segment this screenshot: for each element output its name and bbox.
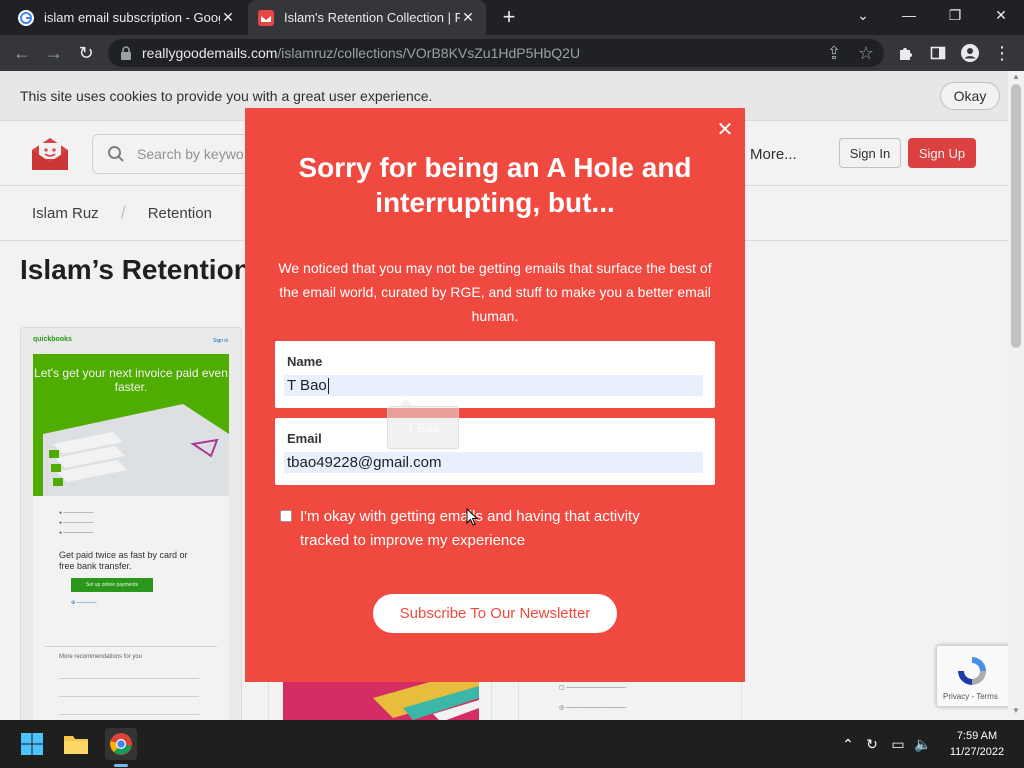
mouse-cursor-icon [466,508,478,526]
chrome-taskbar-icon[interactable] [105,728,137,760]
windows-taskbar: ⌃ ↻ ▭ 🔈 7:59 AM 11/27/2022 [0,720,1024,768]
scroll-up-arrow-icon[interactable]: ▲ [1010,72,1022,84]
tab-retention-collection[interactable]: Islam's Retention Collection | Really Go… [248,0,486,35]
restore-icon[interactable]: ❐ [932,0,978,30]
new-tab-plus-icon[interactable]: + [498,6,520,28]
email-label: Email [287,431,322,446]
tab-search-chevron-icon[interactable]: ⌄ [840,0,886,30]
recaptcha-links[interactable]: Privacy - Terms [943,692,998,701]
close-icon[interactable]: ✕ [715,120,735,140]
name-label: Name [287,354,323,369]
google-icon [18,9,34,26]
clock-time: 7:59 AM [956,730,998,742]
tab-google-search[interactable]: islam email subscription - Google Search… [8,0,246,35]
modal-title: Sorry for being an A Hole and interrupti… [298,152,692,218]
active-app-indicator [114,764,128,767]
tab-close-icon[interactable]: ✕ [460,9,476,26]
consent-label[interactable]: I'm okay with getting emails and having … [300,505,690,553]
windows-start-icon[interactable] [16,728,48,760]
scroll-down-arrow-icon[interactable]: ▼ [1010,706,1022,718]
email-field: Email [275,418,715,485]
close-window-icon[interactable]: ✕ [978,0,1024,30]
extensions-puzzle-icon[interactable] [894,41,918,65]
modal-description: We noticed that you may not be getting e… [278,260,712,324]
scrollbar-thumb[interactable] [1011,84,1021,348]
tab-title: Islam's Retention Collection | Really Go… [284,10,460,25]
sync-status-icon[interactable]: ↻ [862,734,882,754]
bookmark-star-icon[interactable]: ☆ [854,41,878,65]
browser-toolbar: ← → ↻ reallygoodemails.com/islamruz/coll… [0,35,1024,71]
tab-close-icon[interactable]: ✕ [220,9,236,26]
lock-icon [121,46,131,60]
tab-title: islam email subscription - Google Search [44,10,220,25]
autofill-suggestion-tooltip[interactable]: T Bao [387,399,459,449]
file-explorer-icon[interactable] [60,728,92,760]
recaptcha-icon [958,657,986,685]
profile-avatar-icon[interactable] [958,41,982,65]
rge-favicon-icon [258,9,274,26]
url-domain: reallygoodemails.com [142,45,278,61]
name-input[interactable] [284,375,703,396]
text-caret [328,378,329,394]
page-viewport: This site uses cookies to provide you wi… [0,71,1008,720]
network-icon[interactable]: ▭ [888,734,908,754]
volume-icon[interactable]: 🔈 [913,734,933,754]
address-bar[interactable]: reallygoodemails.com/islamruz/collection… [108,39,884,67]
tab-strip: islam email subscription - Google Search… [0,0,1024,35]
share-icon[interactable]: ⇪ [822,41,846,65]
consent-checkbox[interactable] [280,510,292,522]
side-panel-icon[interactable] [926,41,950,65]
back-arrow-icon[interactable]: ← [10,41,34,65]
forward-arrow-icon[interactable]: → [42,41,66,65]
newsletter-modal: ✕ Sorry for being an A Hole and interrup… [245,108,745,682]
taskbar-clock[interactable]: 7:59 AM 11/27/2022 [944,728,1010,760]
recaptcha-badge[interactable]: Privacy - Terms [936,645,1008,707]
url-path: /islamruz/collections/VOrB8KVsZu1HdP5HbQ… [277,45,581,61]
subscribe-button[interactable]: Subscribe To Our Newsletter [373,594,617,633]
name-field: Name [275,341,715,408]
tray-overflow-chevron-icon[interactable]: ⌃ [838,734,858,754]
menu-kebab-icon[interactable]: ⋮ [990,41,1014,65]
email-input[interactable] [284,452,703,473]
minimize-icon[interactable]: — [886,0,932,30]
reload-icon[interactable]: ↻ [74,41,98,65]
clock-date: 11/27/2022 [949,746,1005,758]
